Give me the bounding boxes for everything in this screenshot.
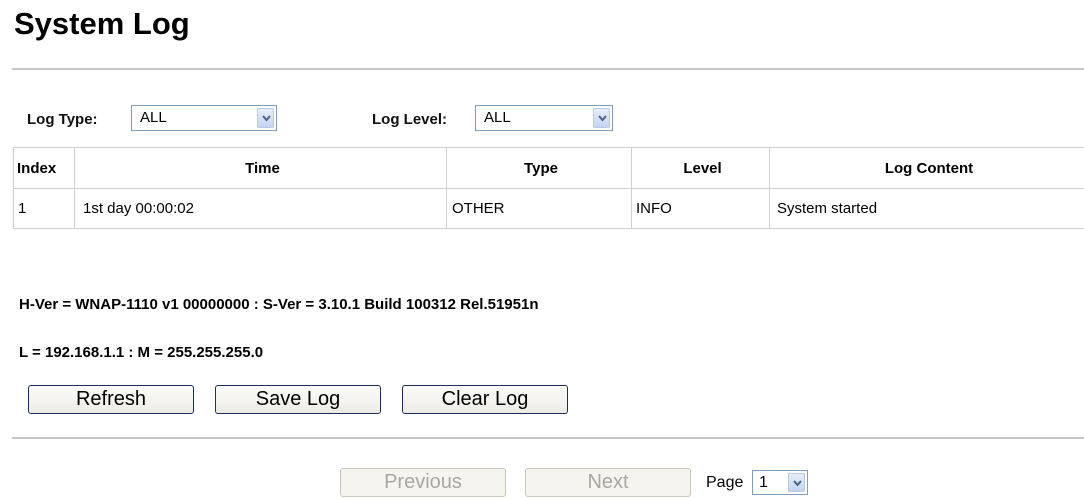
title-divider bbox=[12, 68, 1084, 70]
log-table: Index Time Type Level Log Content 1 1st … bbox=[13, 147, 1084, 229]
column-header-log-content: Log Content bbox=[769, 147, 1084, 189]
footer-divider bbox=[12, 437, 1084, 439]
address-info: L = 192.168.1.1 : M = 255.255.255.0 bbox=[19, 344, 264, 361]
page-select[interactable]: 1 bbox=[752, 470, 808, 495]
next-button[interactable]: Next bbox=[525, 468, 691, 497]
column-header-type: Type bbox=[446, 147, 632, 189]
table-row: 1 1st day 00:00:02 OTHER INFO System sta… bbox=[13, 188, 1084, 229]
column-header-index: Index bbox=[13, 147, 75, 189]
cell-level: INFO bbox=[631, 188, 770, 229]
log-level-label: Log Level: bbox=[372, 111, 448, 128]
page-select-value: 1 bbox=[759, 474, 768, 491]
log-level-select[interactable]: ALL bbox=[475, 105, 613, 131]
cell-type: OTHER bbox=[446, 188, 632, 229]
version-info: H-Ver = WNAP-1110 v1 00000000 : S-Ver = … bbox=[19, 296, 539, 313]
previous-button[interactable]: Previous bbox=[340, 468, 506, 497]
page-label: Page bbox=[706, 474, 744, 491]
refresh-button[interactable]: Refresh bbox=[28, 385, 194, 414]
table-header-row: Index Time Type Level Log Content bbox=[13, 147, 1084, 189]
log-type-label: Log Type: bbox=[27, 111, 98, 128]
cell-index: 1 bbox=[13, 188, 75, 229]
chevron-down-icon[interactable] bbox=[257, 108, 274, 128]
log-type-value: ALL bbox=[140, 109, 167, 126]
column-header-level: Level bbox=[631, 147, 770, 189]
chevron-down-icon[interactable] bbox=[788, 473, 805, 492]
log-level-value: ALL bbox=[484, 109, 511, 126]
cell-log-content: System started bbox=[769, 188, 1084, 229]
column-header-time: Time bbox=[74, 147, 447, 189]
log-type-select[interactable]: ALL bbox=[131, 105, 277, 131]
save-log-button[interactable]: Save Log bbox=[215, 385, 381, 414]
clear-log-button[interactable]: Clear Log bbox=[402, 385, 568, 414]
page-title: System Log bbox=[14, 6, 190, 41]
cell-time: 1st day 00:00:02 bbox=[74, 188, 447, 229]
chevron-down-icon[interactable] bbox=[593, 108, 610, 128]
